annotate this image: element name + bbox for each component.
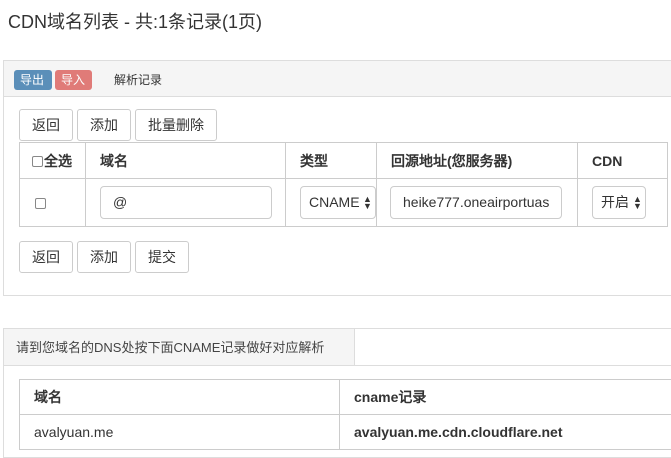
cname-domain-cell: avalyuan.me [20,415,340,450]
cdn-select[interactable]: 开启 ▲▼ [592,186,646,219]
table-header-row: 域名 cname记录 [20,380,671,415]
records-panel: 导出 导入 解析记录 返回 添加 批量删除 全选 域名 类型 回源地址(您服务器… [3,60,671,296]
back-button-top[interactable]: 返回 [19,109,73,141]
cdn-column-header: CDN [578,143,668,179]
type-select-value: CNAME [309,194,360,210]
type-column-header: 类型 [286,143,377,179]
origin-column-header: 回源地址(您服务器) [377,143,578,179]
records-table: 全选 域名 类型 回源地址(您服务器) CDN @ CNAME ▲▼ [19,142,668,227]
cdn-cell: 开启 ▲▼ [578,179,668,227]
select-all-checkbox[interactable] [32,156,43,167]
cname-panel-header-fill [355,329,671,366]
cname-record-header: cname记录 [340,380,671,415]
select-arrows-icon: ▲▼ [633,196,641,210]
cname-domain-header: 域名 [20,380,340,415]
type-cell: CNAME ▲▼ [286,179,377,227]
batch-delete-button[interactable]: 批量删除 [135,109,217,141]
select-all-label: 全选 [44,153,72,169]
select-arrows-icon: ▲▼ [363,196,371,210]
row-select-cell [20,179,86,227]
cname-table: 域名 cname记录 avalyuan.me avalyuan.me.cdn.c… [19,379,671,450]
import-button[interactable]: 导入 [55,70,92,90]
cname-record-cell: avalyuan.me.cdn.cloudflare.net [340,415,671,450]
row-checkbox[interactable] [35,198,46,209]
domain-column-header: 域名 [86,143,286,179]
submit-button[interactable]: 提交 [135,241,189,273]
type-select[interactable]: CNAME ▲▼ [300,186,376,219]
page-title: CDN域名列表 - 共:1条记录(1页) [8,8,262,34]
domain-input[interactable]: @ [100,186,272,219]
table-row: avalyuan.me avalyuan.me.cdn.cloudflare.n… [20,415,671,450]
table-row: @ CNAME ▲▼ heike777.oneairportuas 开启 ▲▼ [20,179,668,227]
origin-cell: heike777.oneairportuas [377,179,578,227]
export-button[interactable]: 导出 [14,70,52,90]
origin-input[interactable]: heike777.oneairportuas [390,186,562,219]
back-button-bottom[interactable]: 返回 [19,241,73,273]
cname-panel-title: 请到您域名的DNS处按下面CNAME记录做好对应解析 [4,329,355,366]
add-button-top[interactable]: 添加 [77,109,131,141]
select-all-header: 全选 [20,143,86,179]
tab-dns-records[interactable]: 解析记录 [114,71,162,88]
table-header-row: 全选 域名 类型 回源地址(您服务器) CDN [20,143,668,179]
cname-panel: 请到您域名的DNS处按下面CNAME记录做好对应解析 域名 cname记录 av… [3,328,671,458]
domain-cell: @ [86,179,286,227]
add-button-bottom[interactable]: 添加 [77,241,131,273]
records-panel-header: 导出 导入 解析记录 [4,61,671,97]
cdn-select-value: 开启 [601,194,629,210]
